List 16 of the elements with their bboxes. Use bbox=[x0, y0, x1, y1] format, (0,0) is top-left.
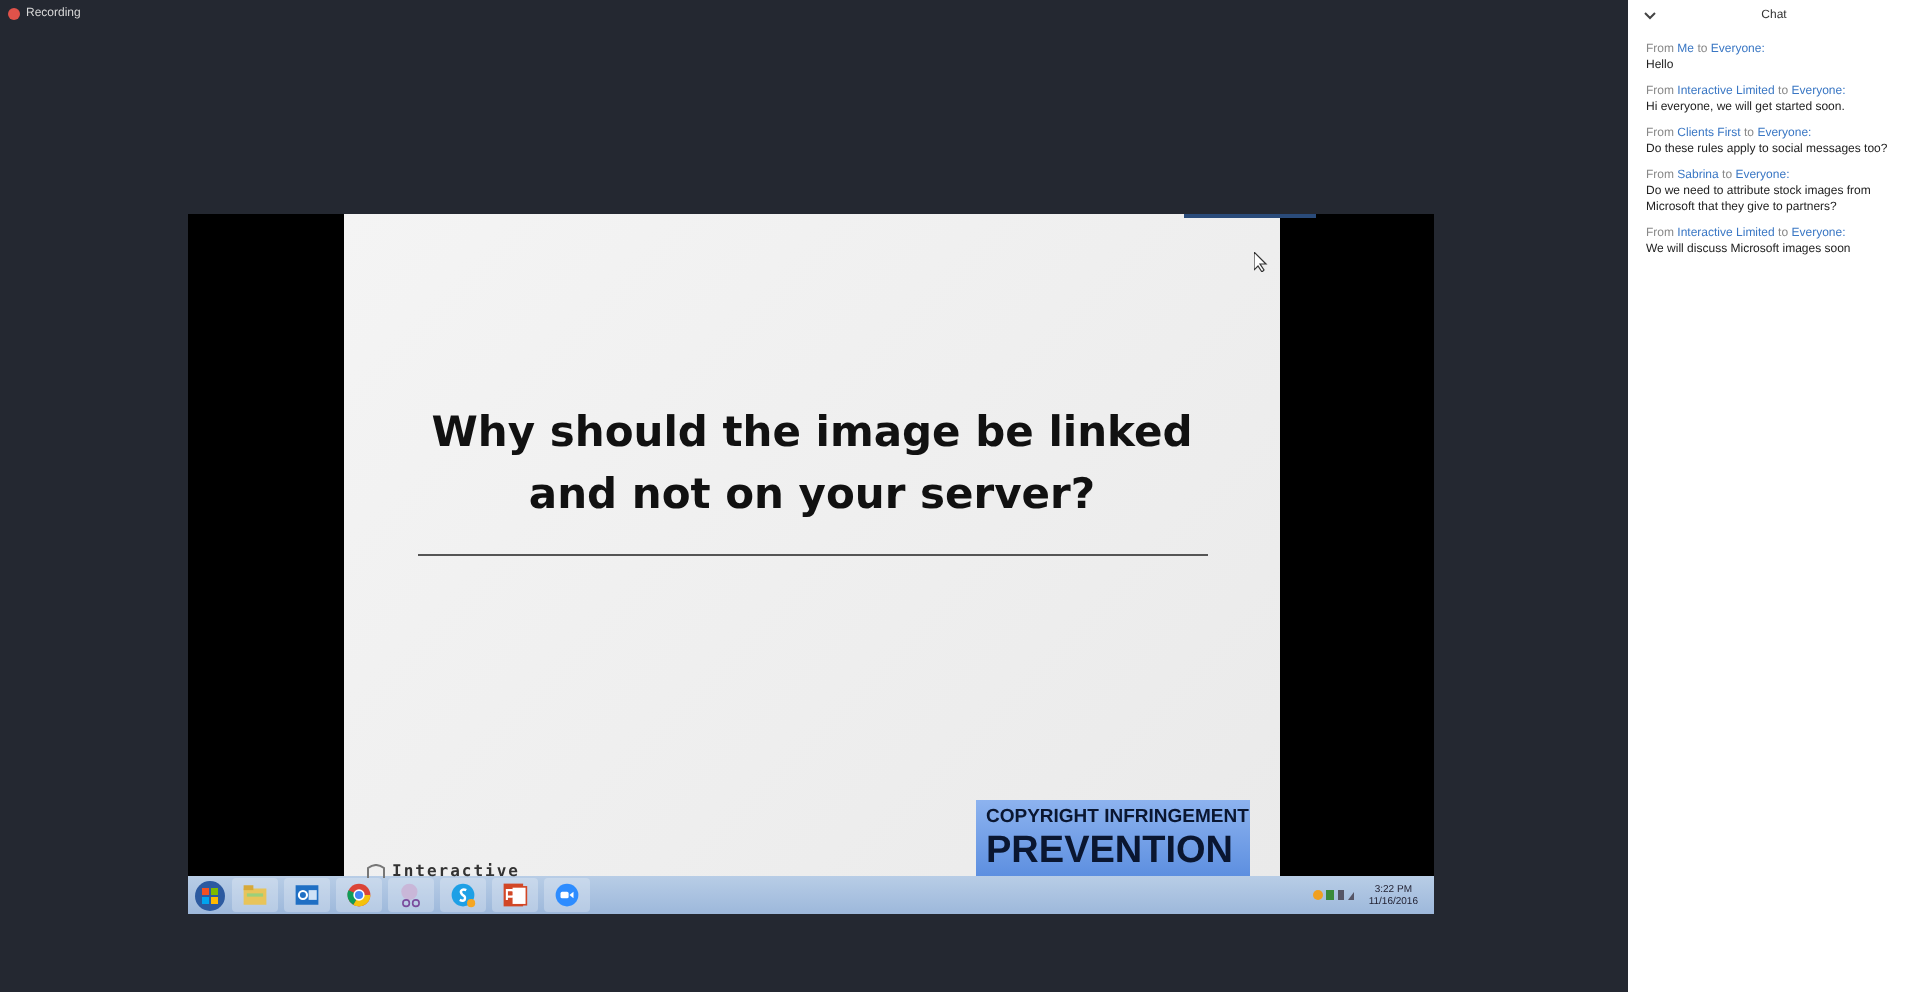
browser-icon[interactable] bbox=[346, 882, 372, 908]
mail-icon[interactable] bbox=[294, 882, 320, 908]
video-camera-icon[interactable] bbox=[554, 882, 580, 908]
chevron-down-icon[interactable] bbox=[1644, 12, 1656, 20]
accent-bar bbox=[1184, 214, 1316, 218]
chat-app-icon[interactable] bbox=[450, 882, 476, 908]
slides-icon[interactable] bbox=[502, 882, 528, 908]
logo-icon bbox=[366, 863, 386, 879]
logo-text: Interactive bbox=[392, 862, 520, 880]
mouse-cursor-icon bbox=[1254, 252, 1268, 272]
slide-title: Why should the image be linked and not on your server? bbox=[429, 406, 1195, 522]
banner-title: PREVENTION bbox=[986, 828, 1236, 874]
banner-subtitle: COPYRIGHT INFRINGEMENT bbox=[986, 806, 1250, 828]
scissors-icon[interactable] bbox=[398, 882, 424, 908]
start-button-icon[interactable] bbox=[194, 879, 226, 911]
recording-indicator-icon bbox=[8, 8, 20, 20]
